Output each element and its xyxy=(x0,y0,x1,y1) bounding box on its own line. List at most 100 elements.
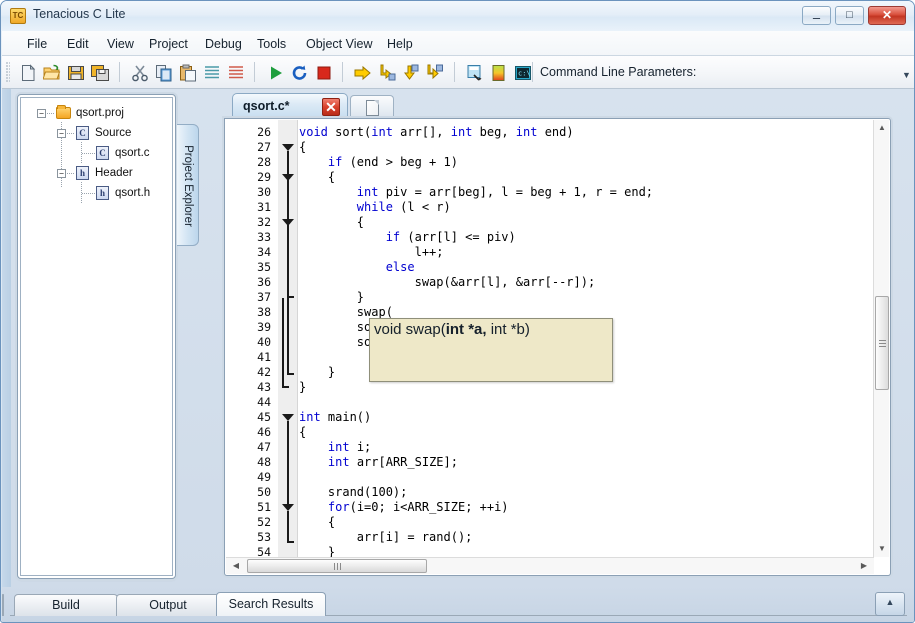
tab-output[interactable]: Output xyxy=(116,594,220,616)
line-number: 39 xyxy=(257,320,271,334)
menu-item-view[interactable]: View xyxy=(100,35,141,53)
main-content-area: − qsort.proj − C Source C qsort.c − h He… xyxy=(2,89,914,587)
minimize-button[interactable]: – xyxy=(802,6,831,25)
code-editor[interactable]: 26 27 28 29 30 31 32 33 34 35 36 37 38 3… xyxy=(224,118,891,576)
menu-item-help[interactable]: Help xyxy=(380,35,420,53)
step-out-icon[interactable] xyxy=(402,64,420,82)
open-file-icon[interactable] xyxy=(43,64,61,82)
toolbar-grip[interactable] xyxy=(6,62,10,83)
code-line: while (l < r) xyxy=(356,200,451,214)
stop-icon[interactable] xyxy=(315,64,333,82)
editor-horizontal-scrollbar[interactable]: ◀ ▶ xyxy=(226,557,874,574)
tooltip-prefix: void swap( xyxy=(374,321,446,338)
indent-icon[interactable] xyxy=(203,64,221,82)
menu-item-object-view[interactable]: Object View xyxy=(299,35,379,53)
fold-toggle-icon[interactable] xyxy=(282,219,294,226)
line-number: 33 xyxy=(257,230,271,244)
menu-item-debug[interactable]: Debug xyxy=(198,35,249,53)
expander-icon-qsort-proj[interactable]: − xyxy=(37,109,46,118)
line-number: 29 xyxy=(257,170,271,184)
line-number: 44 xyxy=(257,395,271,409)
menu-item-project[interactable]: Project xyxy=(142,35,195,53)
tooltip-signature-text: void swap(int *a, int *b) xyxy=(374,321,530,338)
console-icon[interactable]: c:\ xyxy=(514,64,532,82)
watch-window-icon[interactable] xyxy=(466,64,484,82)
expander-icon-header[interactable]: − xyxy=(57,169,66,178)
run-icon[interactable] xyxy=(267,64,285,82)
close-tab-icon[interactable]: ✕ xyxy=(322,98,340,116)
restart-icon[interactable] xyxy=(291,64,309,82)
paste-icon[interactable] xyxy=(179,64,197,82)
line-number: 36 xyxy=(257,275,271,289)
tab-search-results[interactable]: Search Results xyxy=(216,592,326,616)
code-line: { xyxy=(299,515,336,529)
save-all-icon[interactable] xyxy=(91,64,109,82)
window-title: Tenacious C Lite xyxy=(33,7,126,21)
scroll-up-icon[interactable]: ▲ xyxy=(874,120,890,136)
tree-item-header[interactable]: − h Header xyxy=(21,164,172,182)
fold-toggle-icon[interactable] xyxy=(282,414,294,421)
c-file-icon: C xyxy=(96,146,109,160)
tab-build[interactable]: Build xyxy=(14,594,118,616)
horizontal-scroll-thumb[interactable] xyxy=(247,559,427,573)
save-icon[interactable] xyxy=(67,64,85,82)
project-explorer-panel: − qsort.proj − C Source C qsort.c − h He… xyxy=(17,94,176,579)
code-text-area[interactable]: void sort(int arr[], int beg, int end) {… xyxy=(299,120,873,557)
scroll-thumb-grip xyxy=(879,340,886,347)
scroll-down-icon[interactable]: ▼ xyxy=(874,541,890,557)
menu-item-edit[interactable]: Edit xyxy=(60,35,96,53)
code-line: { xyxy=(299,170,336,184)
line-number: 26 xyxy=(257,125,271,139)
editor-tab-label: qsort.c* xyxy=(243,99,290,113)
code-line: int i; xyxy=(327,440,372,454)
editor-tab-strip: qsort.c* ✕ xyxy=(224,92,891,119)
close-button[interactable]: ✕ xyxy=(868,6,906,25)
line-number: 48 xyxy=(257,455,271,469)
new-file-icon[interactable] xyxy=(19,64,37,82)
new-document-tab[interactable] xyxy=(350,95,394,119)
code-folding-margin[interactable] xyxy=(278,120,298,557)
run-to-cursor-icon[interactable] xyxy=(426,64,444,82)
expand-bottom-panel-button[interactable]: ▲ xyxy=(875,592,905,616)
code-line: int piv = arr[beg], l = beg + 1, r = end… xyxy=(356,185,654,199)
project-explorer-tab[interactable]: Project Explorer xyxy=(177,124,199,246)
maximize-icon: □ xyxy=(846,9,853,21)
tree-label-qsort-h: qsort.h xyxy=(115,187,151,199)
copy-icon[interactable] xyxy=(155,64,173,82)
tree-item-qsort-h[interactable]: h qsort.h xyxy=(21,184,172,202)
editor-container: qsort.c* ✕ 26 27 28 29 30 31 32 33 34 35… xyxy=(224,92,891,576)
code-line: } xyxy=(299,545,336,557)
fold-toggle-icon[interactable] xyxy=(282,504,294,511)
vertical-scroll-thumb[interactable] xyxy=(875,296,889,390)
editor-tab-qsort-c[interactable]: qsort.c* ✕ xyxy=(232,93,348,119)
tree-label-qsort-c: qsort.c xyxy=(115,147,150,159)
tree-item-qsort-c[interactable]: C qsort.c xyxy=(21,144,172,162)
cut-icon[interactable] xyxy=(131,64,149,82)
line-number: 53 xyxy=(257,530,271,544)
comment-icon[interactable] xyxy=(227,64,245,82)
scroll-left-icon[interactable]: ◀ xyxy=(228,558,244,574)
line-number: 51 xyxy=(257,500,271,514)
tree-item-qsort-proj[interactable]: − qsort.proj xyxy=(21,104,172,122)
expander-icon-source[interactable]: − xyxy=(57,129,66,138)
fold-toggle-icon[interactable] xyxy=(282,144,294,151)
fold-toggle-icon[interactable] xyxy=(282,174,294,181)
project-tree[interactable]: − qsort.proj − C Source C qsort.c − h He… xyxy=(20,97,173,576)
menu-item-tools[interactable]: Tools xyxy=(250,35,293,53)
step-over-icon[interactable] xyxy=(354,64,372,82)
app-logo-icon: TC xyxy=(10,8,26,24)
code-line: arr[i] = rand(); xyxy=(299,530,473,544)
application-window: TC Tenacious C Lite – □ ✕ File Edit View… xyxy=(0,0,915,623)
left-edge-strip xyxy=(2,89,11,587)
editor-vertical-scrollbar[interactable]: ▲ ▼ xyxy=(873,120,889,557)
step-into-icon[interactable] xyxy=(378,64,396,82)
line-number: 42 xyxy=(257,365,271,379)
scroll-right-icon[interactable]: ▶ xyxy=(856,558,872,574)
memory-view-icon[interactable] xyxy=(490,64,508,82)
menu-item-file[interactable]: File xyxy=(20,35,54,53)
toolbar-overflow-button[interactable]: ▼ xyxy=(901,70,912,84)
tree-item-source[interactable]: − C Source xyxy=(21,124,172,142)
maximize-button[interactable]: □ xyxy=(835,6,864,25)
code-line: { xyxy=(299,215,365,229)
menu-bar: File Edit View Project Debug Tools Objec… xyxy=(2,31,914,56)
